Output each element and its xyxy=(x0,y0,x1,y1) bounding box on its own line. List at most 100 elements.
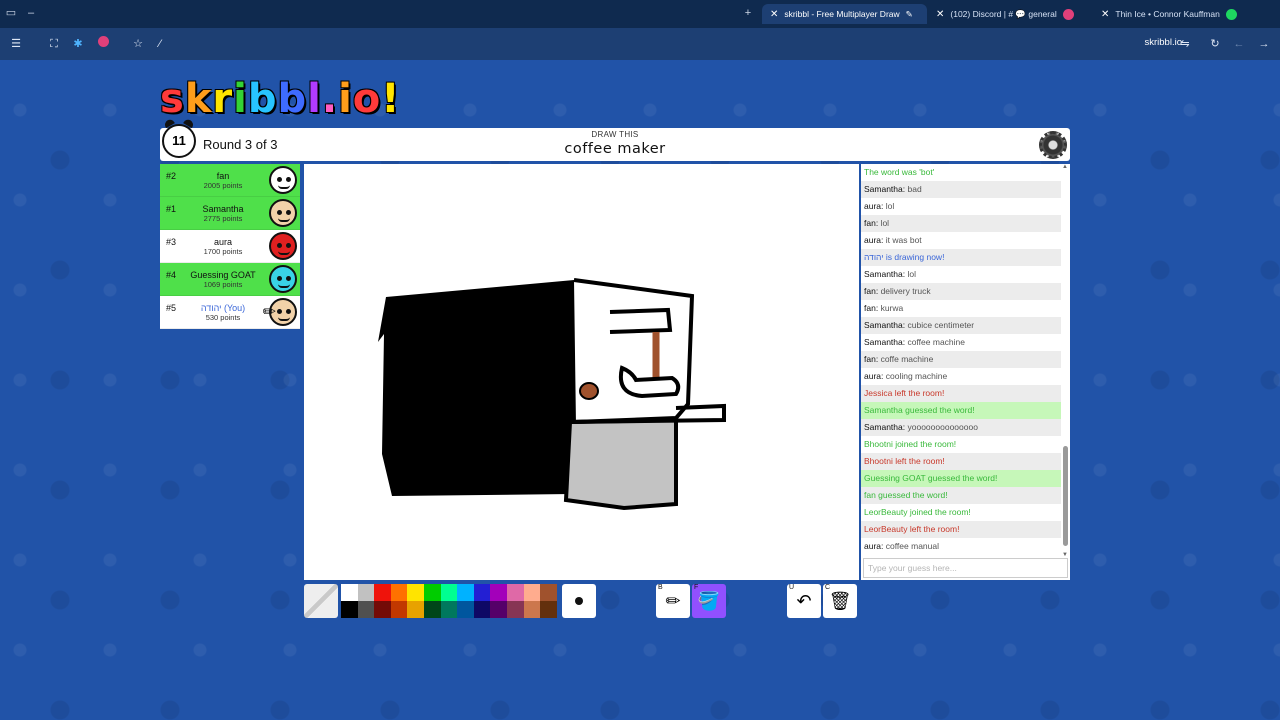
palette-swatch[interactable] xyxy=(490,601,507,618)
player-points: 2775 points xyxy=(203,214,243,223)
palette-swatch[interactable] xyxy=(523,584,541,601)
palette-swatch[interactable] xyxy=(490,584,507,601)
player-row[interactable]: #3 aura 1700 points xyxy=(160,230,300,263)
palette-swatch[interactable] xyxy=(423,584,441,601)
tab-spotify[interactable]: ✕ Thin Ice • Connor Kauffman xyxy=(1093,4,1253,24)
palette-swatch[interactable] xyxy=(407,584,424,601)
guess-input[interactable] xyxy=(863,558,1068,578)
player-name: fan xyxy=(216,171,230,181)
tool-hotkey: C xyxy=(825,584,831,591)
chat-message: aura: cooling machine xyxy=(861,368,1061,385)
back-icon[interactable]: ← xyxy=(1231,36,1247,52)
forward-icon[interactable]: → xyxy=(1256,36,1272,52)
chat-message: Samantha guessed the word! xyxy=(861,402,1061,419)
chat-message: fan: kurwa xyxy=(861,300,1061,317)
palette-swatch[interactable] xyxy=(341,584,358,601)
chat-text: coffee manual xyxy=(885,541,939,551)
chat-author: fan: xyxy=(864,218,879,228)
player-avatar xyxy=(269,199,297,227)
player-name: Guessing GOAT xyxy=(190,270,256,280)
pencil-icon: ✏ xyxy=(665,591,681,611)
palette-swatch[interactable] xyxy=(390,584,408,601)
palette-swatch[interactable] xyxy=(473,584,491,601)
chat-text: it was bot xyxy=(885,235,922,245)
new-tab-icon[interactable]: + xyxy=(741,6,755,20)
chat-scrollbar[interactable]: ▲ ▼ xyxy=(1062,164,1068,558)
chat-message: aura: coffee manual xyxy=(861,538,1061,555)
palette-swatch[interactable] xyxy=(473,601,491,618)
palette-swatch[interactable] xyxy=(540,584,557,601)
palette-swatch[interactable] xyxy=(423,601,441,618)
palette-swatch[interactable] xyxy=(357,601,375,618)
chat-log: The word was 'bot' Samantha: bad aura: lol… xyxy=(861,164,1061,556)
chat-message: Guessing GOAT guessed the word! xyxy=(861,470,1061,487)
spotify-icon xyxy=(1225,8,1237,20)
extension-icon[interactable]: ✱ xyxy=(70,36,86,52)
player-row[interactable]: #2 fan 2005 points xyxy=(160,164,300,197)
player-rank: #2 xyxy=(166,171,177,181)
palette-swatch[interactable] xyxy=(390,601,408,618)
browser-address-bar: ☰ ⛶ ✱ ☆ ⁄ skribbl.io ⇋ ↻ ← → xyxy=(0,28,1280,60)
pencil-tool-button[interactable]: B ✏ xyxy=(656,584,690,618)
chat-message: Bhootni joined the room! xyxy=(864,439,957,449)
palette-swatch[interactable] xyxy=(457,601,474,618)
drawing-toolbar: B ✏ F 🪣 U ↶ C 🗑 xyxy=(304,584,864,618)
reload-icon[interactable]: ↻ xyxy=(1207,36,1223,52)
close-tab-icon[interactable]: ✕ xyxy=(936,9,944,20)
chat-text: bad xyxy=(907,184,922,194)
eyedropper-icon[interactable]: ⁄ xyxy=(152,36,168,52)
scroll-up-icon[interactable]: ▲ xyxy=(1062,164,1068,170)
minimize-icon[interactable]: – xyxy=(24,6,38,20)
star-icon[interactable]: ☆ xyxy=(130,36,146,52)
player-row-self[interactable]: #5 יהודה (You) 530 points ✏ xyxy=(160,296,300,329)
palette-swatch[interactable] xyxy=(440,601,458,618)
chat-message: Samantha: lol xyxy=(861,266,1061,283)
drawing-canvas[interactable] xyxy=(304,164,859,580)
sidebar-icon[interactable]: ☰ xyxy=(8,36,24,52)
player-rank: #5 xyxy=(166,303,177,313)
tab-skribbl[interactable]: ✕ skribbl - Free Multiplayer Draw ✎ xyxy=(762,4,927,24)
palette-swatch[interactable] xyxy=(341,601,358,618)
chat-text: cooling machine xyxy=(885,371,948,381)
tab-label: skribbl - Free Multiplayer Draw xyxy=(784,9,900,19)
palette-swatch[interactable] xyxy=(540,601,557,618)
fill-tool-button[interactable]: F 🪣 xyxy=(692,584,726,618)
close-tab-icon[interactable]: ✕ xyxy=(770,9,778,20)
chat-author: Samantha: xyxy=(864,422,906,432)
site-settings-icon[interactable]: ⇋ xyxy=(1177,36,1193,52)
tab-discord[interactable]: ✕ (102) Discord | # 💬 general xyxy=(928,4,1088,24)
drawing-pencil-icon: ✏ xyxy=(262,304,276,321)
palette-swatch[interactable] xyxy=(357,584,375,601)
palette-swatch[interactable] xyxy=(506,584,524,601)
extension-icon[interactable] xyxy=(97,36,109,47)
close-tab-icon[interactable]: ✕ xyxy=(1101,9,1109,20)
palette-swatch[interactable] xyxy=(506,601,524,618)
clear-button[interactable]: C 🗑 xyxy=(823,584,857,618)
player-avatar xyxy=(269,232,297,260)
chat-author: aura: xyxy=(864,201,884,211)
palette-swatch[interactable] xyxy=(440,584,458,601)
player-row[interactable]: #1 Samantha 2775 points xyxy=(160,197,300,230)
current-color-swatch[interactable] xyxy=(304,584,338,618)
settings-gear-icon[interactable] xyxy=(1039,131,1067,159)
extensions-icon[interactable]: ⛶ xyxy=(46,36,62,52)
tab-label: (102) Discord | # 💬 general xyxy=(950,8,1057,19)
current-word: coffee maker xyxy=(564,141,666,157)
brush-size-button[interactable] xyxy=(562,584,596,618)
palette-swatch[interactable] xyxy=(374,584,391,601)
player-points: 530 points xyxy=(205,313,241,322)
player-row[interactable]: #4 Guessing GOAT 1069 points xyxy=(160,263,300,296)
window-menu-icon[interactable]: ▭ xyxy=(4,6,18,20)
palette-swatch[interactable] xyxy=(457,584,474,601)
undo-button[interactable]: U ↶ xyxy=(787,584,821,618)
palette-swatch[interactable] xyxy=(374,601,391,618)
chat-author: aura: xyxy=(864,541,884,551)
chat-message: יהודה is drawing now! xyxy=(861,249,1061,266)
player-points: 1069 points xyxy=(203,280,243,289)
color-palette xyxy=(341,584,557,618)
palette-swatch[interactable] xyxy=(407,601,424,618)
scroll-thumb[interactable] xyxy=(1063,446,1068,546)
chat-message: fan: lol xyxy=(861,215,1061,232)
chat-text: lol xyxy=(907,269,917,279)
palette-swatch[interactable] xyxy=(523,601,541,618)
